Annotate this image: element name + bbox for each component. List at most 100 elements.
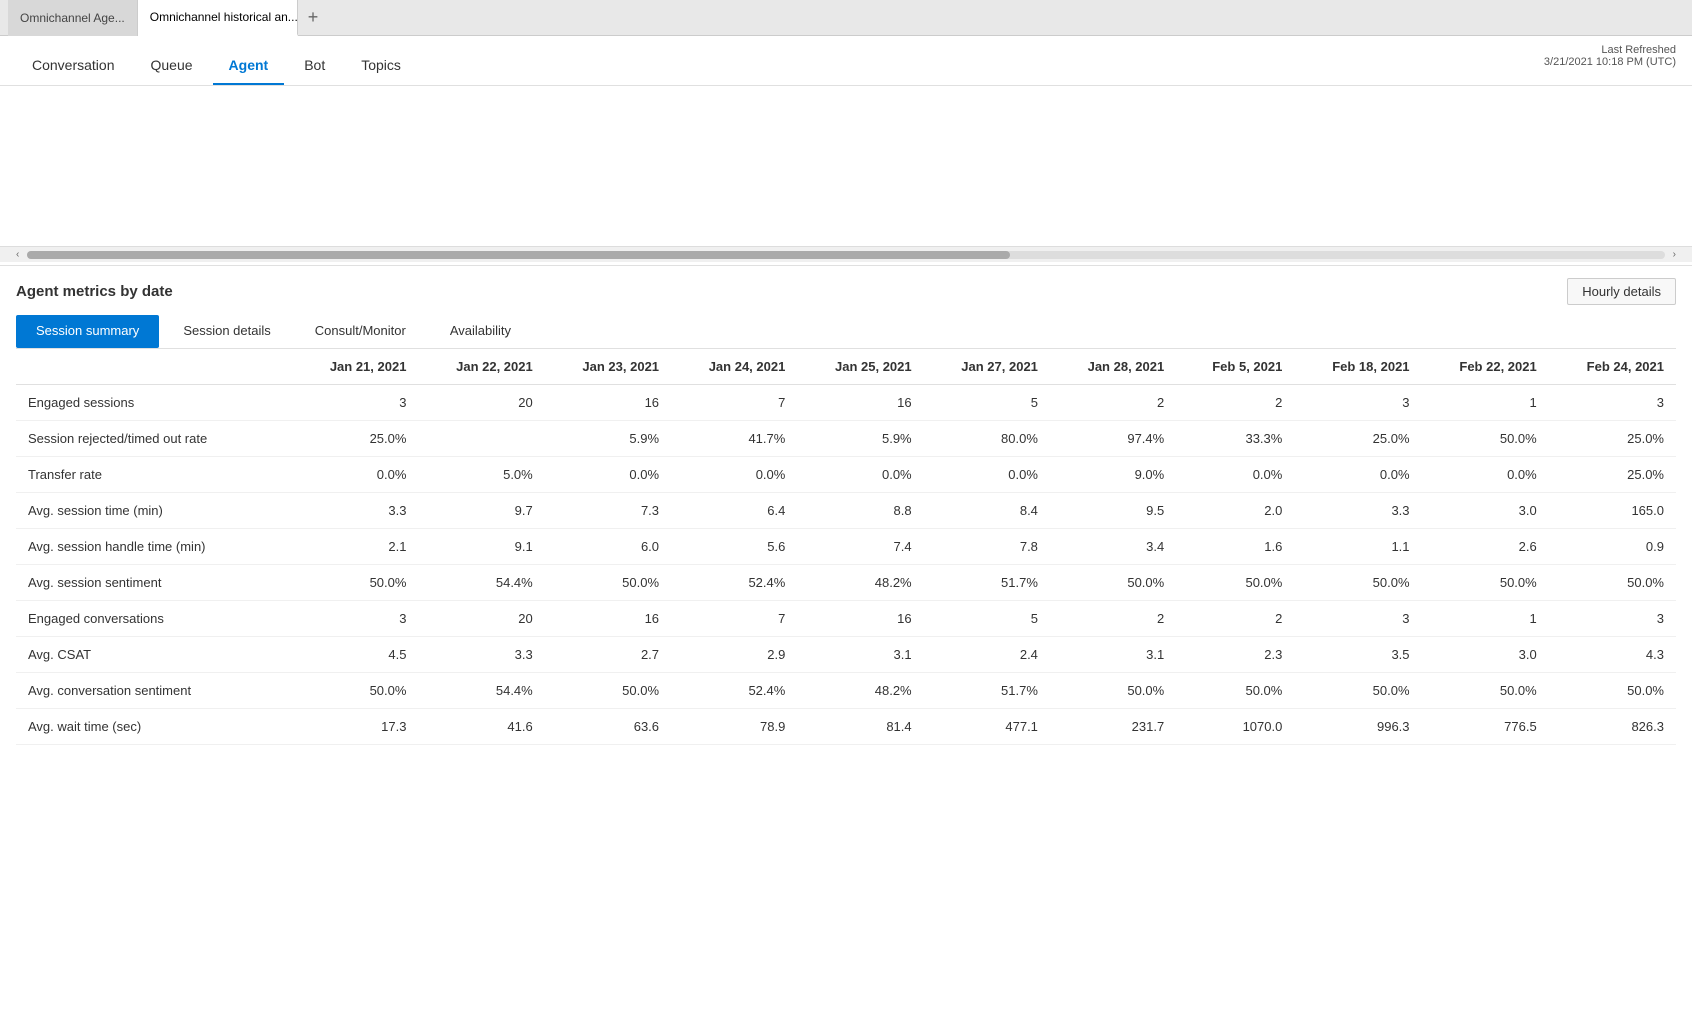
nav-tab-agent[interactable]: Agent [213,47,285,85]
nav-tab-bot[interactable]: Bot [288,47,341,85]
table-row: Avg. session handle time (min)2.19.16.05… [16,529,1676,565]
browser-tab-1[interactable]: Omnichannel Age... [8,0,138,36]
cell-r6-c3: 7 [671,601,797,637]
cell-r5-c7: 50.0% [1176,565,1294,601]
scroll-right-icon[interactable]: › [1669,249,1680,260]
browser-tab-2[interactable]: Omnichannel historical an... ✕ [138,0,298,36]
cell-r7-c9: 3.0 [1422,637,1549,673]
browser-tab-bar: Omnichannel Age... Omnichannel historica… [0,0,1692,36]
cell-r7-c10: 4.3 [1549,637,1676,673]
cell-r9-c2: 63.6 [545,709,671,745]
cell-r3-c7: 2.0 [1176,493,1294,529]
cell-r4-c2: 6.0 [545,529,671,565]
scroll-track[interactable] [27,251,1664,259]
col-header-feb5: Feb 5, 2021 [1176,349,1294,385]
cell-r2-c6: 9.0% [1050,457,1176,493]
new-tab-button[interactable]: + [298,7,329,28]
cell-r3-c10: 165.0 [1549,493,1676,529]
cell-r1-c2: 5.9% [545,421,671,457]
cell-r7-c7: 2.3 [1176,637,1294,673]
cell-r0-c0: 3 [292,385,418,421]
cell-r9-c0: 17.3 [292,709,418,745]
cell-r1-c10: 25.0% [1549,421,1676,457]
browser-tab-2-label: Omnichannel historical an... [150,10,298,24]
cell-r3-c1: 9.7 [418,493,544,529]
cell-r0-c7: 2 [1176,385,1294,421]
row-label-1: Session rejected/timed out rate [16,421,292,457]
cell-r1-c0: 25.0% [292,421,418,457]
cell-r9-c8: 996.3 [1294,709,1421,745]
main-area: Conversation Queue Agent Bot Topics Last… [0,36,1692,1024]
row-label-4: Avg. session handle time (min) [16,529,292,565]
hourly-details-button[interactable]: Hourly details [1567,278,1676,305]
cell-r8-c8: 50.0% [1294,673,1421,709]
table-row: Avg. session sentiment50.0%54.4%50.0%52.… [16,565,1676,601]
table-row: Avg. wait time (sec)17.341.663.678.981.4… [16,709,1676,745]
cell-r3-c8: 3.3 [1294,493,1421,529]
cell-r3-c6: 9.5 [1050,493,1176,529]
sub-tab-session-summary[interactable]: Session summary [16,315,159,348]
col-header-feb22: Feb 22, 2021 [1422,349,1549,385]
table-row: Avg. CSAT4.53.32.72.93.12.43.12.33.53.04… [16,637,1676,673]
cell-r6-c7: 2 [1176,601,1294,637]
cell-r7-c2: 2.7 [545,637,671,673]
cell-r2-c2: 0.0% [545,457,671,493]
row-label-7: Avg. CSAT [16,637,292,673]
cell-r4-c1: 9.1 [418,529,544,565]
cell-r2-c1: 5.0% [418,457,544,493]
cell-r9-c3: 78.9 [671,709,797,745]
cell-r7-c0: 4.5 [292,637,418,673]
nav-tab-queue[interactable]: Queue [135,47,209,85]
cell-r4-c5: 7.8 [924,529,1050,565]
cell-r4-c7: 1.6 [1176,529,1294,565]
col-header-jan21: Jan 21, 2021 [292,349,418,385]
cell-r5-c3: 52.4% [671,565,797,601]
cell-r9-c7: 1070.0 [1176,709,1294,745]
row-label-8: Avg. conversation sentiment [16,673,292,709]
cell-r1-c9: 50.0% [1422,421,1549,457]
cell-r4-c6: 3.4 [1050,529,1176,565]
cell-r5-c5: 51.7% [924,565,1050,601]
cell-r6-c4: 16 [797,601,923,637]
cell-r7-c8: 3.5 [1294,637,1421,673]
cell-r1-c5: 80.0% [924,421,1050,457]
row-label-6: Engaged conversations [16,601,292,637]
sub-tab-availability[interactable]: Availability [430,315,531,348]
cell-r7-c4: 3.1 [797,637,923,673]
cell-r2-c4: 0.0% [797,457,923,493]
cell-r0-c2: 16 [545,385,671,421]
cell-r3-c4: 8.8 [797,493,923,529]
cell-r9-c4: 81.4 [797,709,923,745]
cell-r5-c6: 50.0% [1050,565,1176,601]
metrics-table-container[interactable]: Jan 21, 2021 Jan 22, 2021 Jan 23, 2021 J… [16,349,1676,1024]
sub-tab-session-details[interactable]: Session details [163,315,290,348]
cell-r5-c10: 50.0% [1549,565,1676,601]
cell-r1-c6: 97.4% [1050,421,1176,457]
cell-r2-c9: 0.0% [1422,457,1549,493]
cell-r3-c9: 3.0 [1422,493,1549,529]
chart-area [0,86,1692,246]
nav-tab-conversation[interactable]: Conversation [16,47,131,85]
col-header-feb18: Feb 18, 2021 [1294,349,1421,385]
top-nav: Conversation Queue Agent Bot Topics Last… [0,36,1692,86]
cell-r9-c5: 477.1 [924,709,1050,745]
cell-r8-c0: 50.0% [292,673,418,709]
nav-tab-topics[interactable]: Topics [345,47,417,85]
row-label-2: Transfer rate [16,457,292,493]
cell-r0-c3: 7 [671,385,797,421]
cell-r6-c8: 3 [1294,601,1421,637]
horizontal-scrollbar[interactable]: ‹ › [0,246,1692,262]
metrics-header: Agent metrics by date Hourly details [16,278,1676,305]
cell-r2-c3: 0.0% [671,457,797,493]
scroll-left-icon[interactable]: ‹ [12,249,23,260]
cell-r9-c10: 826.3 [1549,709,1676,745]
cell-r3-c0: 3.3 [292,493,418,529]
cell-r6-c0: 3 [292,601,418,637]
col-header-feb24: Feb 24, 2021 [1549,349,1676,385]
sub-tab-consult-monitor[interactable]: Consult/Monitor [295,315,426,348]
cell-r8-c4: 48.2% [797,673,923,709]
cell-r7-c3: 2.9 [671,637,797,673]
browser-tab-1-label: Omnichannel Age... [20,11,125,25]
cell-r6-c2: 16 [545,601,671,637]
col-header-label [16,349,292,385]
